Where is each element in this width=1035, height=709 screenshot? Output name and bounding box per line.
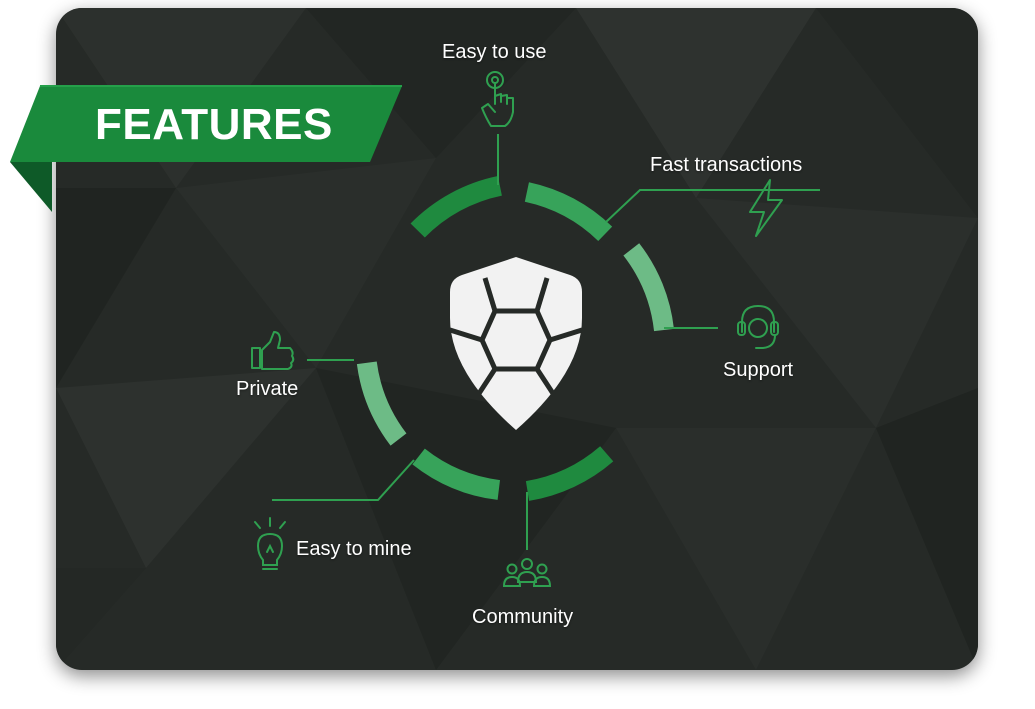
lightbulb-icon [254,517,286,570]
touch-finger-icon [481,71,514,127]
headset-icon [737,304,779,349]
feature-label-easy-to-mine: Easy to mine [296,538,412,560]
lightning-bolt-icon [749,179,783,237]
ring-segment-fast-transactions [524,182,613,242]
feature-label-fast-transactions: Fast transactions [650,154,803,176]
connector-easy-to-mine [272,459,415,501]
people-group-icon [502,558,552,587]
connector-fast-transactions [605,189,820,223]
feature-label-community: Community [472,606,574,628]
feature-label-support: Support [723,359,794,381]
ring-segment-support [623,243,674,332]
ring-segment-community [525,446,614,501]
ring-segment-easy-to-use [410,176,503,238]
ring-segment-private [356,361,407,446]
thumbs-up-icon [251,331,295,370]
ring-segment-easy-to-mine [412,448,501,500]
feature-label-private: Private [236,378,299,400]
turtle-shell-shield-icon [449,257,583,430]
feature-label-easy-to-use: Easy to use [442,41,547,63]
page-title: FEATURES [95,100,333,149]
